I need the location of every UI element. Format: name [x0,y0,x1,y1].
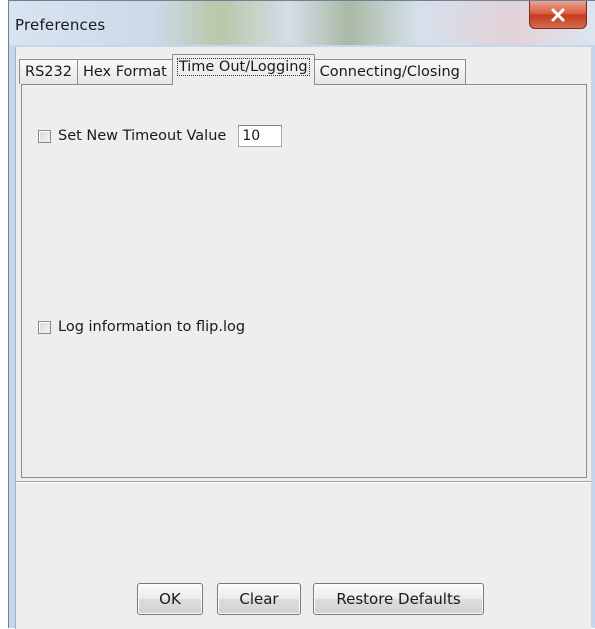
tab-label: Connecting/Closing [319,64,460,80]
window-title: Preferences [15,16,106,34]
timeout-row: Set New Timeout Value [38,125,283,147]
separator-highlight [16,482,591,483]
timeout-checkbox[interactable] [38,129,51,143]
close-button[interactable] [529,1,587,29]
dialog-body: RS232 Hex Format Time Out/Logging Connec… [15,47,591,629]
title-bar[interactable]: Preferences [9,1,595,45]
tab-label: Time Out/Logging [176,58,310,76]
clear-button[interactable]: Clear [217,583,301,615]
tab-hex-format[interactable]: Hex Format [76,59,173,84]
tab-connecting-closing[interactable]: Connecting/Closing [313,59,466,84]
tab-time-out-logging[interactable]: Time Out/Logging [171,54,315,85]
tab-strip: RS232 Hex Format Time Out/Logging Connec… [19,54,466,85]
tab-rs232[interactable]: RS232 [19,59,78,84]
tab-panel-time-out-logging: Set New Timeout Value Log information to… [21,84,587,478]
logging-row: Log information to flip.log [38,319,245,335]
restore-defaults-button[interactable]: Restore Defaults [313,583,484,615]
tab-label: RS232 [25,64,72,80]
log-checkbox[interactable] [38,320,51,334]
close-icon [551,8,565,21]
timeout-label: Set New Timeout Value [58,128,227,144]
tab-label: Hex Format [82,64,167,80]
log-label: Log information to flip.log [58,319,246,335]
preferences-window: Preferences RS232 Hex Format Time Out/Lo… [8,0,595,629]
ok-button[interactable]: OK [137,583,203,615]
timeout-value-input[interactable] [238,125,283,147]
